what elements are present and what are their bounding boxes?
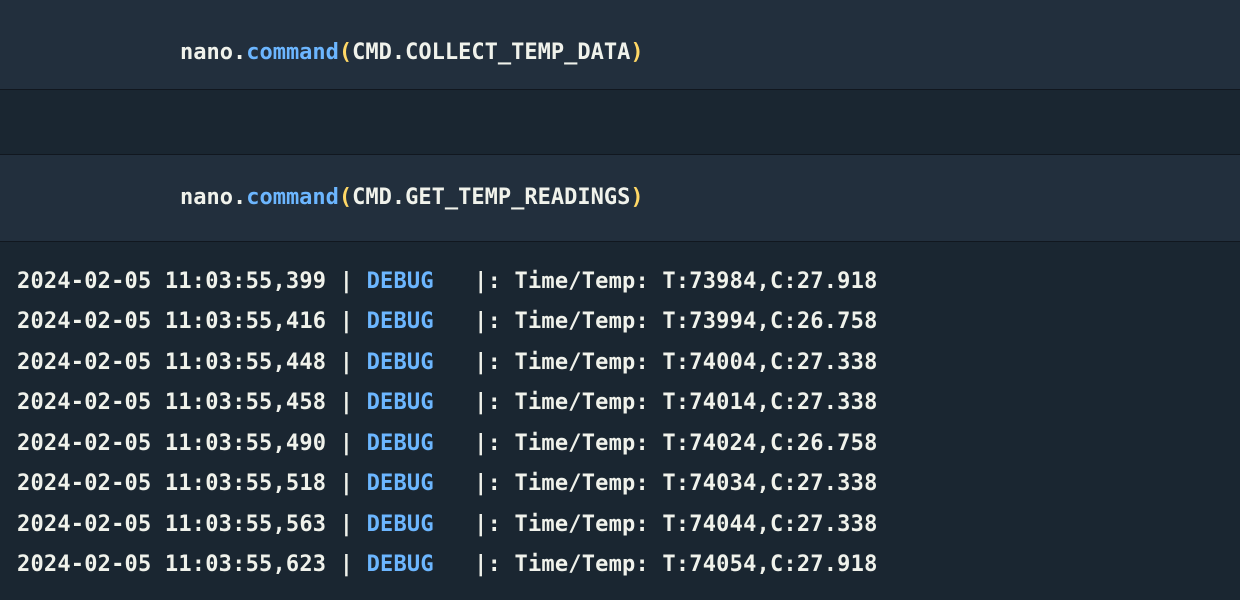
log-level: DEBUG — [367, 429, 434, 460]
token-dot: . — [233, 40, 246, 65]
log-separator: | — [326, 267, 366, 298]
token-open-paren: ( — [339, 40, 352, 65]
code-cell-2[interactable]: nano.command(CMD.GET_TEMP_READINGS) — [0, 154, 1240, 242]
token-open-paren: ( — [339, 185, 352, 210]
log-level: DEBUG — [367, 307, 434, 338]
notebook-view: nano.command(CMD.COLLECT_TEMP_DATA) nano… — [0, 0, 1240, 600]
log-level: DEBUG — [367, 348, 434, 379]
log-line: 2024-02-05 11:03:55,518 | DEBUG |: Time/… — [17, 465, 1224, 506]
log-message: Time/Temp: T:74024,C:26.758 — [515, 429, 878, 460]
log-line: 2024-02-05 11:03:55,399 | DEBUG |: Time/… — [17, 262, 1224, 303]
token-attr: GET_TEMP_READINGS — [405, 185, 630, 210]
log-message: Time/Temp: T:74004,C:27.338 — [515, 348, 878, 379]
log-separator: |: — [434, 429, 515, 460]
log-separator: |: — [434, 550, 515, 581]
log-separator: | — [326, 307, 366, 338]
token-close-paren: ) — [630, 40, 643, 65]
log-separator: |: — [434, 267, 515, 298]
token-object: nano — [180, 40, 233, 65]
token-attr: COLLECT_TEMP_DATA — [405, 40, 630, 65]
cell-1-output-empty — [0, 90, 1240, 154]
log-separator: |: — [434, 388, 515, 419]
token-method: command — [246, 185, 339, 210]
log-level: DEBUG — [367, 550, 434, 581]
log-timestamp: 2024-02-05 11:03:55,458 — [17, 388, 326, 419]
log-separator: |: — [434, 510, 515, 541]
log-separator: | — [326, 429, 366, 460]
log-line: 2024-02-05 11:03:55,490 | DEBUG |: Time/… — [17, 424, 1224, 465]
log-timestamp: 2024-02-05 11:03:55,448 — [17, 348, 326, 379]
log-message: Time/Temp: T:74044,C:27.338 — [515, 510, 878, 541]
log-level: DEBUG — [367, 388, 434, 419]
log-message: Time/Temp: T:74054,C:27.918 — [515, 550, 878, 581]
token-method: command — [246, 40, 339, 65]
log-line: 2024-02-05 11:03:55,623 | DEBUG |: Time/… — [17, 546, 1224, 587]
token-dot: . — [233, 185, 246, 210]
log-message: Time/Temp: T:73984,C:27.918 — [515, 267, 878, 298]
cell-2-output: 2024-02-05 11:03:55,399 | DEBUG |: Time/… — [0, 242, 1240, 586]
log-separator: |: — [434, 469, 515, 500]
code-cell-1[interactable]: nano.command(CMD.COLLECT_TEMP_DATA) — [0, 0, 1240, 90]
token-dot: . — [392, 40, 405, 65]
log-separator: | — [326, 550, 366, 581]
code-cell-1-content: nano.command(CMD.COLLECT_TEMP_DATA) — [74, 7, 644, 99]
token-class: CMD — [352, 40, 392, 65]
log-separator: |: — [434, 348, 515, 379]
log-level: DEBUG — [367, 469, 434, 500]
code-cell-2-content: nano.command(CMD.GET_TEMP_READINGS) — [74, 152, 644, 244]
log-message: Time/Temp: T:73994,C:26.758 — [515, 307, 878, 338]
log-message: Time/Temp: T:74034,C:27.338 — [515, 469, 878, 500]
log-line: 2024-02-05 11:03:55,448 | DEBUG |: Time/… — [17, 343, 1224, 384]
log-separator: |: — [434, 307, 515, 338]
log-line: 2024-02-05 11:03:55,563 | DEBUG |: Time/… — [17, 505, 1224, 546]
log-separator: | — [326, 510, 366, 541]
log-level: DEBUG — [367, 267, 434, 298]
token-object: nano — [180, 185, 233, 210]
token-class: CMD — [352, 185, 392, 210]
log-timestamp: 2024-02-05 11:03:55,563 — [17, 510, 326, 541]
log-timestamp: 2024-02-05 11:03:55,623 — [17, 550, 326, 581]
token-dot: . — [392, 185, 405, 210]
token-close-paren: ) — [630, 185, 643, 210]
log-timestamp: 2024-02-05 11:03:55,490 — [17, 429, 326, 460]
log-timestamp: 2024-02-05 11:03:55,416 — [17, 307, 326, 338]
log-separator: | — [326, 348, 366, 379]
log-timestamp: 2024-02-05 11:03:55,518 — [17, 469, 326, 500]
log-line: 2024-02-05 11:03:55,458 | DEBUG |: Time/… — [17, 384, 1224, 425]
log-level: DEBUG — [367, 510, 434, 541]
log-line: 2024-02-05 11:03:55,416 | DEBUG |: Time/… — [17, 303, 1224, 344]
log-timestamp: 2024-02-05 11:03:55,399 — [17, 267, 326, 298]
log-separator: | — [326, 469, 366, 500]
log-separator: | — [326, 388, 366, 419]
log-message: Time/Temp: T:74014,C:27.338 — [515, 388, 878, 419]
